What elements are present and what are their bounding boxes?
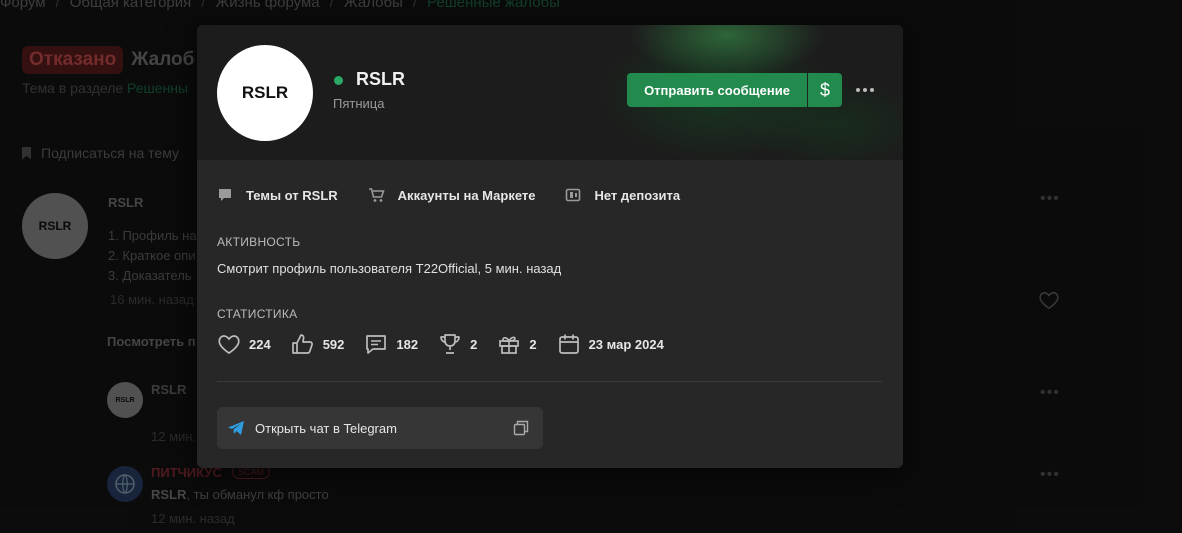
- user-title: Пятница: [333, 96, 385, 111]
- stat-messages: 182: [364, 333, 418, 355]
- chat-bubble-icon: [219, 189, 231, 201]
- copy-icon[interactable]: [513, 420, 529, 439]
- market-link-label: Аккаунты на Маркете: [397, 187, 536, 203]
- send-message-button[interactable]: Отправить сообщение: [627, 73, 807, 107]
- deposit-link-label: Нет депозита: [594, 187, 681, 203]
- stat-gifts: 2: [497, 333, 537, 355]
- gift-icon: [499, 336, 520, 354]
- telegram-chat-button[interactable]: Открыть чат в Telegram: [217, 407, 543, 449]
- profile-links: Темы от RSLR Аккаунты на Маркете Нет деп…: [217, 187, 680, 203]
- stat-likes: 224: [217, 333, 271, 355]
- transfer-money-button[interactable]: $: [808, 73, 842, 107]
- stat-value: 592: [322, 336, 345, 352]
- wallet-icon: [566, 188, 581, 202]
- stat-trophies: 2: [438, 333, 477, 355]
- stat-value: 182: [396, 336, 419, 352]
- activity-text: Смотрит профиль пользователя T22Official…: [217, 261, 562, 276]
- username[interactable]: RSLR: [356, 69, 405, 90]
- stats-title: СТАТИСТИКА: [217, 307, 298, 321]
- heart-icon: [218, 335, 240, 355]
- activity-title: АКТИВНОСТЬ: [217, 235, 301, 249]
- telegram-label: Открыть чат в Telegram: [255, 420, 397, 436]
- message-icon: [366, 335, 387, 354]
- thumbs-up-icon: [291, 334, 313, 354]
- trophy-icon: [440, 334, 460, 354]
- stat-value: 2: [529, 336, 537, 352]
- market-link[interactable]: Аккаунты на Маркете: [368, 187, 536, 203]
- divider: [217, 381, 882, 382]
- threads-link-label: Темы от RSLR: [246, 187, 338, 203]
- stat-value: 224: [249, 336, 271, 352]
- stat-registered: 23 мар 2024: [557, 333, 664, 355]
- telegram-icon: [228, 421, 244, 435]
- stat-reactions: 592: [291, 333, 345, 355]
- stats-row: 224 592 182 2 2 23 мар 2024: [217, 333, 684, 355]
- avatar[interactable]: RSLR: [217, 45, 313, 141]
- calendar-icon: [558, 334, 579, 354]
- deposit-link[interactable]: Нет депозита: [565, 187, 680, 203]
- stat-value: 2: [470, 336, 478, 352]
- member-tooltip-card: RSLR RSLR Пятница Отправить сообщение $ …: [197, 25, 903, 468]
- more-icon[interactable]: [853, 78, 877, 102]
- cart-icon: [368, 188, 385, 202]
- stat-value: 23 мар 2024: [588, 336, 664, 352]
- threads-link[interactable]: Темы от RSLR: [217, 187, 338, 203]
- online-status-icon: [334, 76, 343, 85]
